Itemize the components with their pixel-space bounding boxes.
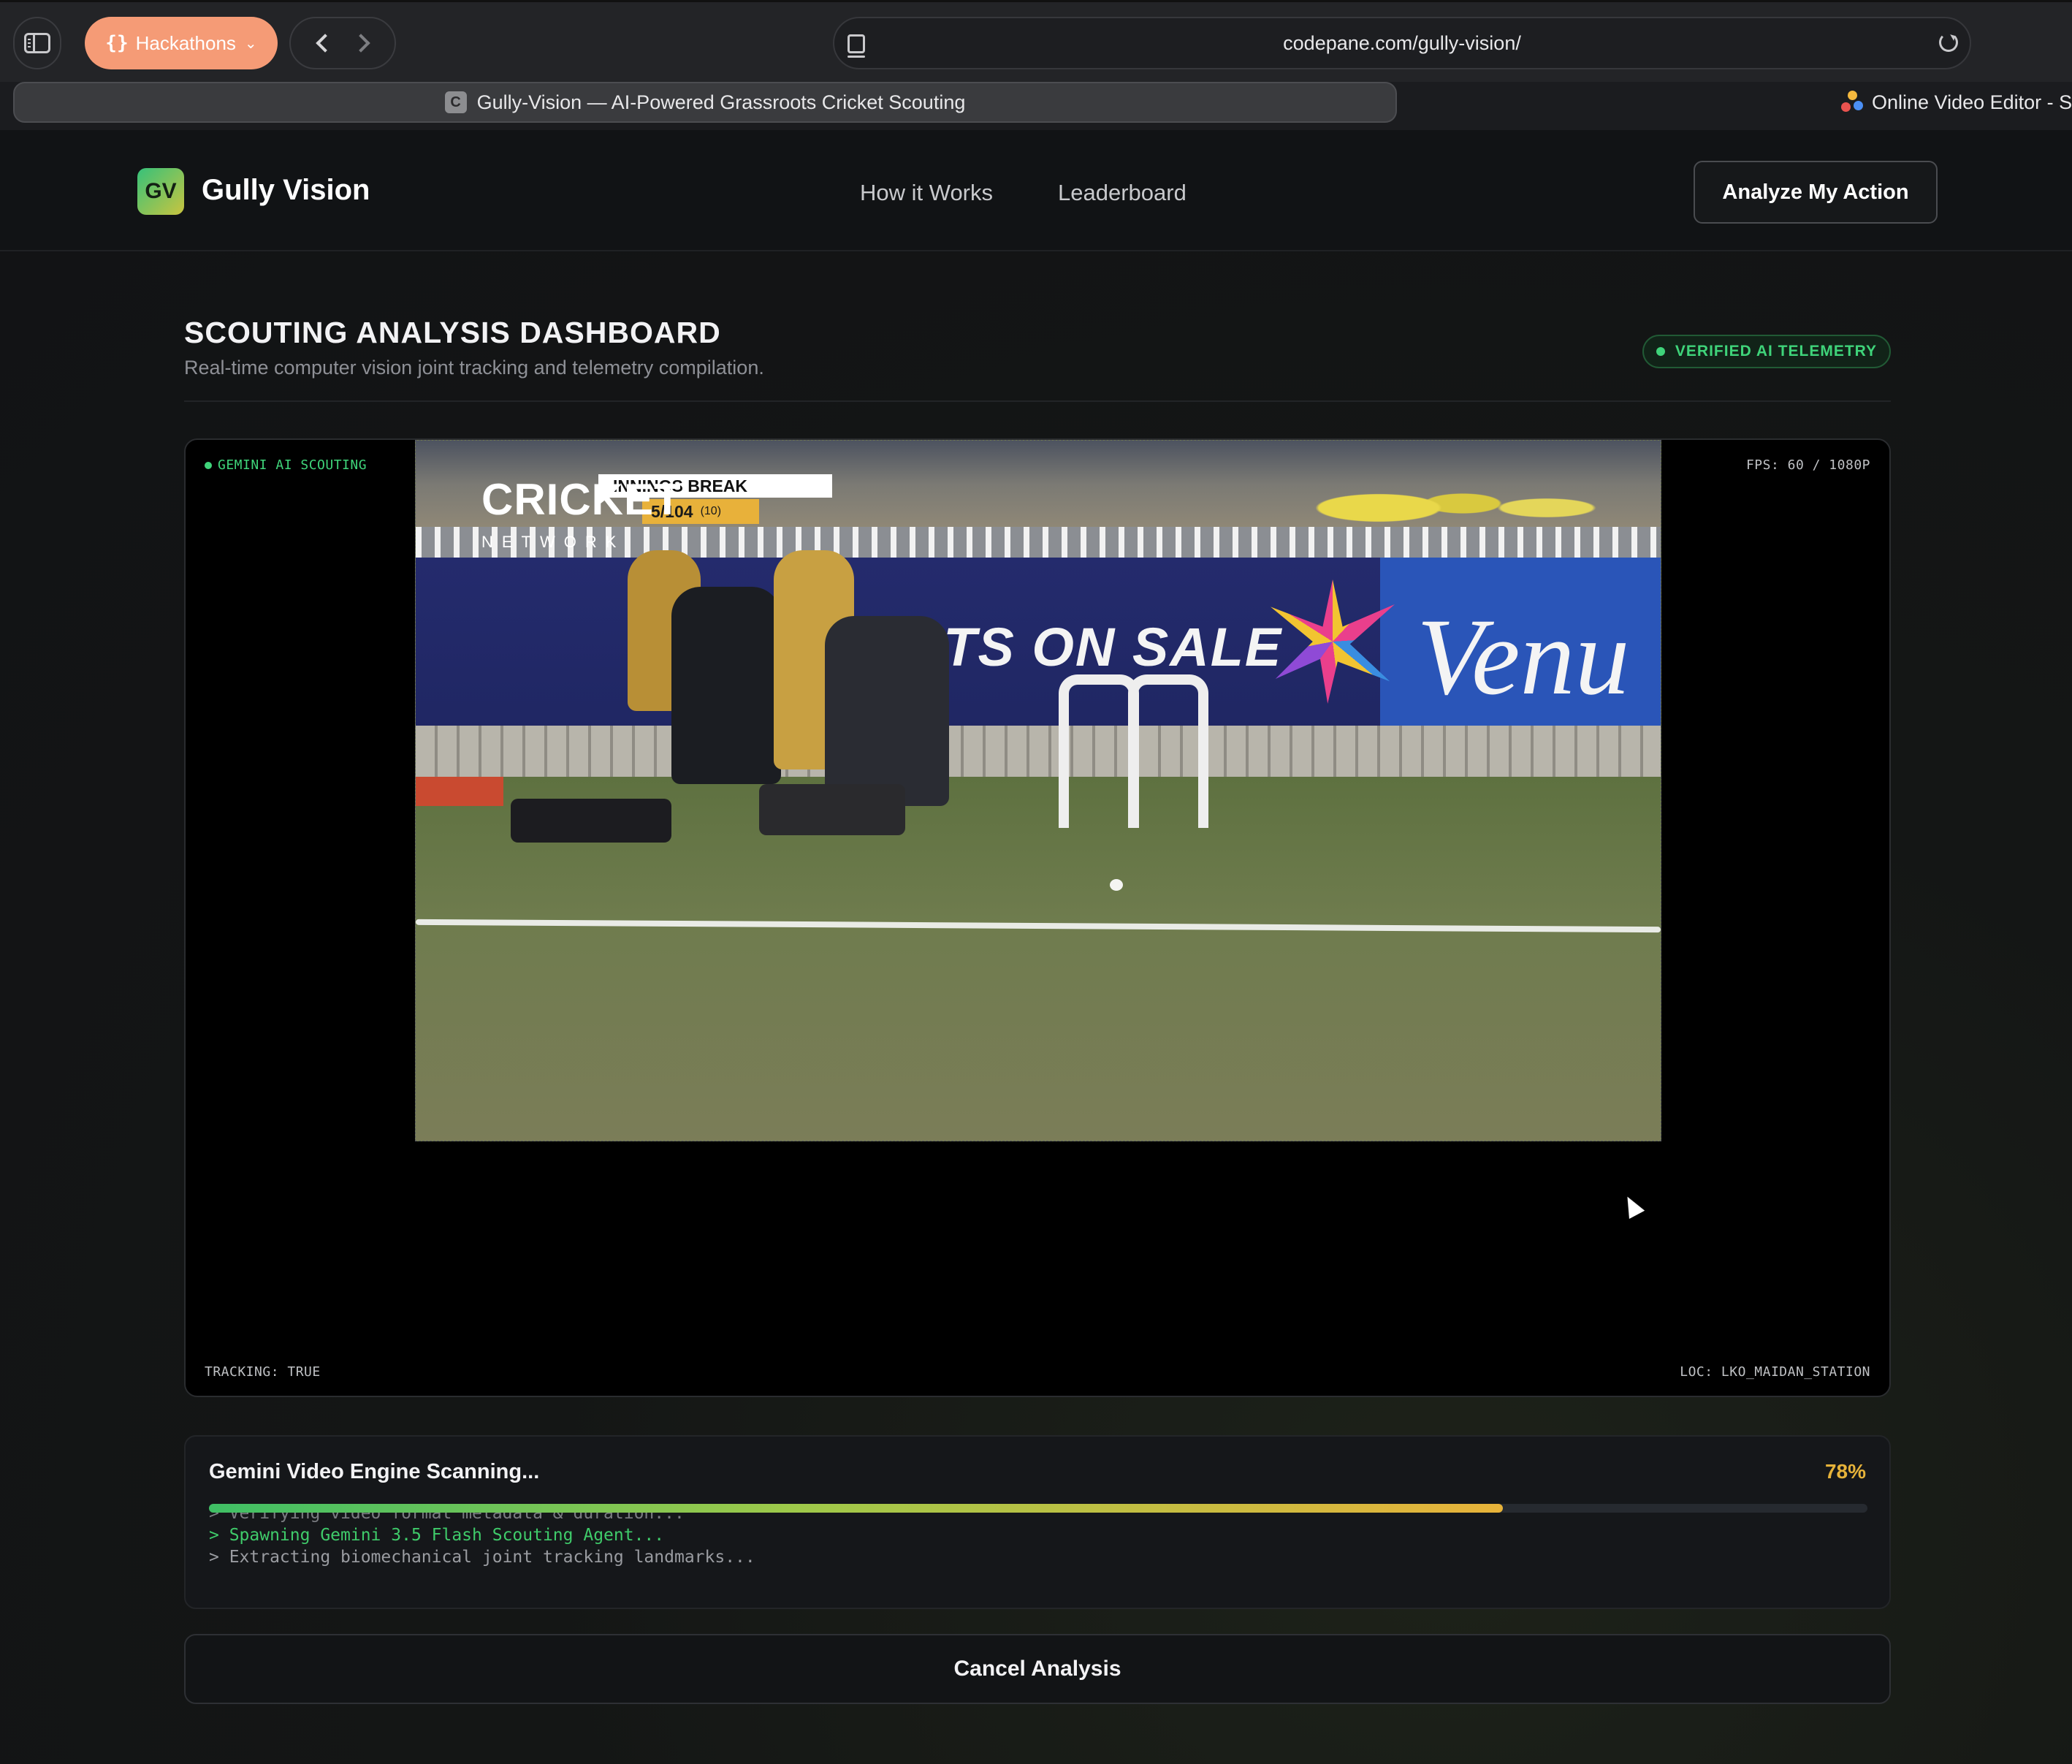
progress-title: Gemini Video Engine Scanning... bbox=[209, 1460, 540, 1483]
tab-other[interactable]: Online Video Editor - S bbox=[1841, 82, 2072, 123]
cancel-analysis-button[interactable]: Cancel Analysis bbox=[184, 1634, 1891, 1704]
tab-active[interactable]: C Gully-Vision — AI-Powered Grassroots C… bbox=[13, 82, 1397, 123]
brand-name[interactable]: Gully Vision bbox=[202, 174, 370, 207]
analyze-action-button[interactable]: Analyze My Action bbox=[1694, 161, 1938, 224]
address-bar[interactable]: codepane.com/gully-vision/ bbox=[833, 17, 1971, 69]
gemini-scouting-label: GEMINI AI SCOUTING bbox=[205, 457, 367, 473]
back-arrow-icon[interactable] bbox=[315, 34, 335, 53]
browser-toolbar: {} Hackathons ⌄ codepane.com/gully-visio… bbox=[0, 0, 2072, 82]
tab-favicon: C bbox=[444, 91, 467, 113]
chevron-down-icon: ⌄ bbox=[244, 35, 257, 52]
page-subtitle: Real-time computer vision joint tracking… bbox=[184, 357, 764, 379]
page-menu-icon[interactable] bbox=[848, 34, 865, 58]
progress-bar bbox=[209, 1504, 1867, 1513]
forward-arrow-icon[interactable] bbox=[351, 34, 370, 53]
main-content: SCOUTING ANALYSIS DASHBOARD Real-time co… bbox=[0, 251, 2072, 1764]
progress-bar-fill bbox=[209, 1504, 1503, 1513]
live-dot-icon bbox=[205, 461, 212, 469]
log-line: > Verifying video format metadata & dura… bbox=[209, 1513, 685, 1523]
scan-progress-card: Gemini Video Engine Scanning... 78% > Ve… bbox=[184, 1435, 1891, 1609]
video-editor-favicon bbox=[1841, 91, 1865, 114]
braces-icon: {} bbox=[105, 32, 129, 54]
location-label: LOC: LKO_MAIDAN_STATION bbox=[1680, 1364, 1870, 1380]
reload-icon[interactable] bbox=[1939, 33, 1958, 52]
site-header: GV Gully Vision How it Works Leaderboard… bbox=[0, 130, 2072, 251]
verified-badge-label: VERIFIED AI TELEMETRY bbox=[1675, 343, 1878, 360]
broadcaster-network: NETWORK bbox=[481, 533, 625, 551]
broadcaster-logo: CRICKET bbox=[481, 475, 682, 524]
tab-other-title: Online Video Editor - S bbox=[1872, 91, 2072, 113]
address-text: codepane.com/gully-vision/ bbox=[1283, 31, 1521, 54]
log-console: > Verifying video format metadata & dura… bbox=[209, 1513, 1867, 1593]
tab-title: Gully-Vision — AI-Powered Grassroots Cri… bbox=[476, 91, 966, 113]
video-frame[interactable]: CKETS ON SALE Venu INNINGS BREAK 5/104 (… bbox=[415, 440, 1661, 1141]
log-line: > Spawning Gemini 3.5 Flash Scouting Age… bbox=[209, 1526, 665, 1545]
history-nav bbox=[289, 17, 396, 69]
tab-group-label: Hackathons bbox=[135, 31, 236, 54]
video-panel[interactable]: CKETS ON SALE Venu INNINGS BREAK 5/104 (… bbox=[184, 438, 1891, 1397]
status-dot-icon bbox=[1656, 347, 1665, 356]
log-line: > Extracting biomechanical joint trackin… bbox=[209, 1548, 755, 1567]
nav-link-how-it-works[interactable]: How it Works bbox=[860, 180, 993, 206]
tracking-label: TRACKING: TRUE bbox=[205, 1364, 321, 1380]
overs-value: (10) bbox=[700, 505, 722, 517]
fps-label: FPS: 60 / 1080P bbox=[1745, 457, 1870, 473]
divider bbox=[184, 400, 1891, 402]
page-title: SCOUTING ANALYSIS DASHBOARD bbox=[184, 316, 721, 349]
logo-mark[interactable]: GV bbox=[137, 168, 184, 215]
progress-percent: 78% bbox=[1824, 1460, 1866, 1483]
tab-strip: C Gully-Vision — AI-Powered Grassroots C… bbox=[0, 82, 2072, 130]
tab-group-button[interactable]: {} Hackathons ⌄ bbox=[85, 17, 278, 69]
verified-badge: VERIFIED AI TELEMETRY bbox=[1642, 335, 1891, 368]
cricket-ball bbox=[1110, 879, 1123, 891]
sidebar-toggle-icon[interactable] bbox=[13, 17, 61, 69]
venue-text: Venu bbox=[1417, 596, 1630, 718]
nav-link-leaderboard[interactable]: Leaderboard bbox=[1058, 180, 1187, 206]
